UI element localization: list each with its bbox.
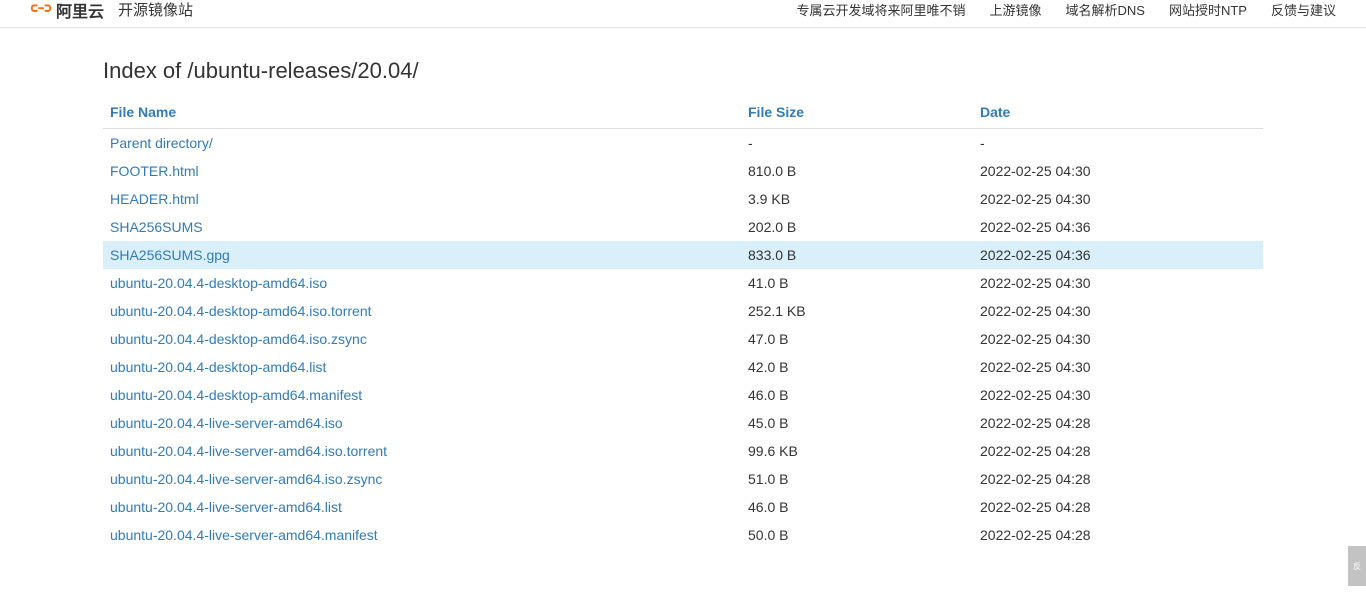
file-date-cell: 2022-02-25 04:30 bbox=[973, 269, 1263, 297]
topbar: 阿里云 开源镜像站 专属云开发域将来阿里唯不销 上游镜像 域名解析DNS 网站授… bbox=[0, 0, 1366, 28]
table-row: ubuntu-20.04.4-desktop-amd64.iso 41.0 B20… bbox=[103, 269, 1263, 297]
file-size-cell: 47.0 B bbox=[741, 325, 973, 353]
site-name: 开源镜像站 bbox=[118, 0, 193, 20]
file-date-cell: 2022-02-25 04:28 bbox=[973, 493, 1263, 521]
file-size-cell: 252.1 KB bbox=[741, 297, 973, 325]
file-link[interactable]: Parent directory/ bbox=[110, 135, 213, 151]
aliyun-logo-icon bbox=[30, 0, 52, 21]
file-date-cell: 2022-02-25 04:28 bbox=[973, 521, 1263, 549]
content: Index of /ubuntu-releases/20.04/ File Na… bbox=[83, 28, 1283, 579]
table-row: ubuntu-20.04.4-desktop-amd64.iso.zsync 47… bbox=[103, 325, 1263, 353]
file-link[interactable]: HEADER.html bbox=[110, 191, 199, 207]
file-date-cell: 2022-02-25 04:28 bbox=[973, 409, 1263, 437]
nav-link-3[interactable]: 网站授时NTP bbox=[1169, 0, 1247, 19]
table-row: FOOTER.html 810.0 B2022-02-25 04:30 bbox=[103, 157, 1263, 185]
file-date-cell: 2022-02-25 04:30 bbox=[973, 381, 1263, 409]
file-link[interactable]: ubuntu-20.04.4-live-server-amd64.manifes… bbox=[110, 527, 378, 543]
file-link[interactable]: SHA256SUMS.gpg bbox=[110, 247, 230, 263]
file-date-cell: - bbox=[973, 129, 1263, 158]
file-name-cell: ubuntu-20.04.4-desktop-amd64.iso.torrent bbox=[103, 297, 741, 325]
table-row: SHA256SUMS.gpg 833.0 B2022-02-25 04:36 bbox=[103, 241, 1263, 269]
file-link[interactable]: ubuntu-20.04.4-live-server-amd64.iso.tor… bbox=[110, 443, 387, 459]
file-name-cell: Parent directory/ bbox=[103, 129, 741, 158]
file-link[interactable]: ubuntu-20.04.4-desktop-amd64.iso.zsync bbox=[110, 331, 367, 347]
file-date-cell: 2022-02-25 04:30 bbox=[973, 353, 1263, 381]
col-header-date[interactable]: Date bbox=[973, 96, 1263, 129]
table-header-row: File Name File Size Date bbox=[103, 96, 1263, 129]
file-size-cell: 202.0 B bbox=[741, 213, 973, 241]
page-title: Index of /ubuntu-releases/20.04/ bbox=[103, 58, 1263, 84]
file-name-cell: ubuntu-20.04.4-desktop-amd64.iso.zsync bbox=[103, 325, 741, 353]
file-date-cell: 2022-02-25 04:30 bbox=[973, 157, 1263, 185]
file-size-cell: 46.0 B bbox=[741, 493, 973, 521]
file-name-cell: ubuntu-20.04.4-desktop-amd64.list bbox=[103, 353, 741, 381]
file-size-cell: 833.0 B bbox=[741, 241, 973, 269]
table-row: Parent directory/ -- bbox=[103, 129, 1263, 158]
topbar-nav: 专属云开发域将来阿里唯不销 上游镜像 域名解析DNS 网站授时NTP 反馈与建议 bbox=[796, 0, 1336, 19]
table-row: ubuntu-20.04.4-desktop-amd64.manifest 46.… bbox=[103, 381, 1263, 409]
table-row: ubuntu-20.04.4-desktop-amd64.iso.torrent… bbox=[103, 297, 1263, 325]
file-name-cell: ubuntu-20.04.4-live-server-amd64.iso.zsy… bbox=[103, 465, 741, 493]
file-date-cell: 2022-02-25 04:30 bbox=[973, 185, 1263, 213]
file-name-cell: ubuntu-20.04.4-desktop-amd64.iso bbox=[103, 269, 741, 297]
table-row: ubuntu-20.04.4-live-server-amd64.list 46.… bbox=[103, 493, 1263, 521]
file-date-cell: 2022-02-25 04:36 bbox=[973, 241, 1263, 269]
table-row: ubuntu-20.04.4-live-server-amd64.manifes… bbox=[103, 521, 1263, 549]
feedback-widget[interactable]: 反 bbox=[1348, 546, 1366, 586]
nav-link-0[interactable]: 专属云开发域将来阿里唯不销 bbox=[796, 0, 965, 19]
table-row: ubuntu-20.04.4-live-server-amd64.iso.tor… bbox=[103, 437, 1263, 465]
file-name-cell: ubuntu-20.04.4-live-server-amd64.list bbox=[103, 493, 741, 521]
file-name-cell: FOOTER.html bbox=[103, 157, 741, 185]
col-header-name[interactable]: File Name bbox=[103, 96, 741, 129]
file-link[interactable]: ubuntu-20.04.4-desktop-amd64.manifest bbox=[110, 387, 362, 403]
file-size-cell: 45.0 B bbox=[741, 409, 973, 437]
file-size-cell: 42.0 B bbox=[741, 353, 973, 381]
topbar-left: 阿里云 开源镜像站 bbox=[30, 0, 193, 22]
table-row: SHA256SUMS 202.0 B2022-02-25 04:36 bbox=[103, 213, 1263, 241]
nav-link-2[interactable]: 域名解析DNS bbox=[1066, 0, 1145, 19]
file-size-cell: 3.9 KB bbox=[741, 185, 973, 213]
file-size-cell: 51.0 B bbox=[741, 465, 973, 493]
file-size-cell: 99.6 KB bbox=[741, 437, 973, 465]
file-date-cell: 2022-02-25 04:36 bbox=[973, 213, 1263, 241]
file-link[interactable]: ubuntu-20.04.4-desktop-amd64.iso bbox=[110, 275, 327, 291]
file-table: File Name File Size Date Parent director… bbox=[103, 96, 1263, 549]
file-size-cell: 810.0 B bbox=[741, 157, 973, 185]
file-name-cell: ubuntu-20.04.4-desktop-amd64.manifest bbox=[103, 381, 741, 409]
file-size-cell: 50.0 B bbox=[741, 521, 973, 549]
file-name-cell: ubuntu-20.04.4-live-server-amd64.iso.tor… bbox=[103, 437, 741, 465]
table-row: ubuntu-20.04.4-live-server-amd64.iso 45.0… bbox=[103, 409, 1263, 437]
nav-link-1[interactable]: 上游镜像 bbox=[990, 0, 1042, 19]
table-row: ubuntu-20.04.4-live-server-amd64.iso.zsy… bbox=[103, 465, 1263, 493]
logo[interactable]: 阿里云 bbox=[30, 0, 104, 22]
file-name-cell: SHA256SUMS.gpg bbox=[103, 241, 741, 269]
file-name-cell: ubuntu-20.04.4-live-server-amd64.iso bbox=[103, 409, 741, 437]
file-date-cell: 2022-02-25 04:30 bbox=[973, 297, 1263, 325]
file-link[interactable]: ubuntu-20.04.4-live-server-amd64.iso bbox=[110, 415, 343, 431]
file-name-cell: SHA256SUMS bbox=[103, 213, 741, 241]
file-size-cell: 41.0 B bbox=[741, 269, 973, 297]
file-size-cell: 46.0 B bbox=[741, 381, 973, 409]
file-date-cell: 2022-02-25 04:30 bbox=[973, 325, 1263, 353]
table-row: HEADER.html 3.9 KB2022-02-25 04:30 bbox=[103, 185, 1263, 213]
file-link[interactable]: ubuntu-20.04.4-desktop-amd64.list bbox=[110, 359, 326, 375]
file-date-cell: 2022-02-25 04:28 bbox=[973, 437, 1263, 465]
file-link[interactable]: ubuntu-20.04.4-live-server-amd64.iso.zsy… bbox=[110, 471, 382, 487]
file-name-cell: ubuntu-20.04.4-live-server-amd64.manifes… bbox=[103, 521, 741, 549]
file-size-cell: - bbox=[741, 129, 973, 158]
file-name-cell: HEADER.html bbox=[103, 185, 741, 213]
file-link[interactable]: ubuntu-20.04.4-live-server-amd64.list bbox=[110, 499, 342, 515]
logo-text: 阿里云 bbox=[56, 0, 104, 22]
file-date-cell: 2022-02-25 04:28 bbox=[973, 465, 1263, 493]
table-row: ubuntu-20.04.4-desktop-amd64.list 42.0 B2… bbox=[103, 353, 1263, 381]
nav-link-4[interactable]: 反馈与建议 bbox=[1271, 0, 1336, 19]
file-link[interactable]: SHA256SUMS bbox=[110, 219, 203, 235]
file-link[interactable]: FOOTER.html bbox=[110, 163, 199, 179]
file-link[interactable]: ubuntu-20.04.4-desktop-amd64.iso.torrent bbox=[110, 303, 372, 319]
col-header-size[interactable]: File Size bbox=[741, 96, 973, 129]
